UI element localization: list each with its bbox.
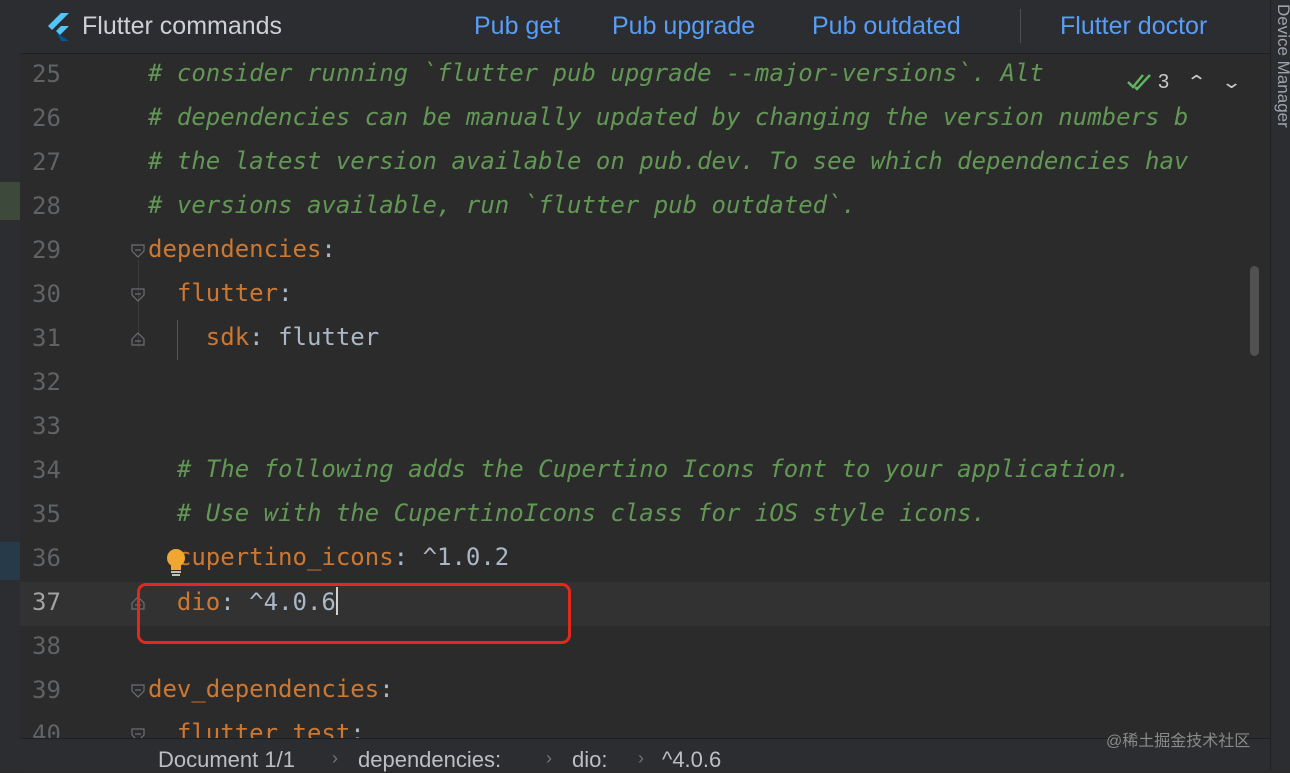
line-number: 33 [32, 412, 61, 440]
code-text[interactable]: flutter_test: [148, 719, 365, 738]
yaml-colon: : [393, 543, 423, 571]
line-number: 30 [32, 280, 61, 308]
code-text[interactable]: # the latest version available on pub.de… [148, 147, 1188, 175]
code-line[interactable]: 29 dependencies: [20, 230, 1270, 274]
code-comment: # Use with the CupertinoIcons class for … [176, 499, 987, 527]
lightbulb-icon[interactable] [165, 548, 187, 578]
breadcrumb: Document 1/1 › dependencies: › dio: › ^4… [20, 738, 1270, 773]
line-number: 38 [32, 632, 61, 660]
code-text[interactable]: sdk: flutter [148, 323, 379, 351]
line-number: 34 [32, 456, 61, 484]
line-number: 37 [32, 588, 61, 616]
watermark: @稀土掘金技术社区 [1106, 733, 1251, 750]
code-line[interactable]: 31 sdk: flutter [20, 318, 1270, 362]
breadcrumb-version[interactable]: ^4.0.6 [662, 747, 721, 773]
double-check-icon [1127, 74, 1151, 91]
left-gutter-strip [0, 0, 20, 770]
line-number: 26 [32, 104, 61, 132]
code-line[interactable]: 35 # Use with the CupertinoIcons class f… [20, 494, 1270, 538]
yaml-colon: : [321, 235, 336, 263]
flutter-logo-icon [48, 13, 69, 41]
code-line[interactable]: 30 flutter: [20, 274, 1270, 318]
yaml-key: cupertino_icons [176, 543, 394, 571]
code-text[interactable]: # versions available, run `flutter pub o… [148, 191, 856, 219]
highlight-annotation-box [137, 583, 571, 644]
code-comment: # dependencies can be manually updated b… [148, 103, 1189, 131]
yaml-key: flutter_test [176, 719, 351, 738]
breadcrumb-document[interactable]: Document 1/1 [158, 747, 295, 773]
yaml-value: ^1.0.2 [422, 543, 510, 571]
fold-end-icon[interactable] [131, 332, 145, 346]
scrollbar-thumb[interactable] [1250, 266, 1259, 356]
line-number: 25 [32, 60, 61, 88]
pub-upgrade-link[interactable]: Pub upgrade [612, 12, 755, 41]
line-number: 35 [32, 500, 61, 528]
yaml-colon: : [379, 675, 394, 703]
left-change-marker [0, 542, 20, 580]
flutter-commands-bar: Flutter commands Pub get Pub upgrade Pub… [20, 0, 1270, 54]
code-comment: # consider running `flutter pub upgrade … [148, 59, 1044, 87]
inspection-widget[interactable]: 3 ⌃ ⌄ [1126, 66, 1270, 98]
inspection-count: 3 [1158, 70, 1170, 93]
breadcrumb-dio[interactable]: dio: [572, 747, 607, 773]
toolbar-divider [1020, 9, 1021, 43]
yaml-key: dependencies [148, 235, 322, 263]
code-line[interactable]: 34 # The following adds the Cupertino Ic… [20, 450, 1270, 494]
code-line[interactable]: 25 # consider running `flutter pub upgrad… [20, 54, 1270, 98]
code-line[interactable]: 26 # dependencies can be manually updated… [20, 98, 1270, 142]
code-line[interactable]: 28 # versions available, run `flutter pub… [20, 186, 1270, 230]
yaml-colon: : [249, 323, 279, 351]
code-text[interactable]: flutter: [148, 279, 293, 307]
breadcrumb-chevron-icon: › [546, 748, 552, 768]
fold-collapse-icon[interactable] [131, 728, 145, 738]
code-line[interactable]: 32 [20, 362, 1270, 406]
code-comment: # the latest version available on pub.de… [148, 147, 1189, 175]
breadcrumb-chevron-icon: › [638, 748, 644, 768]
pub-get-link[interactable]: Pub get [474, 12, 560, 41]
line-number: 31 [32, 324, 61, 352]
code-text[interactable]: # consider running `flutter pub upgrade … [148, 59, 1044, 87]
flutter-doctor-link[interactable]: Flutter doctor [1060, 12, 1207, 41]
code-comment: # The following adds the Cupertino Icons… [176, 455, 1131, 483]
line-number: 27 [32, 148, 61, 176]
code-text[interactable]: # Use with the CupertinoIcons class for … [148, 499, 986, 527]
chevron-up-icon[interactable]: ⌃ [1186, 72, 1207, 93]
line-number: 40 [32, 720, 61, 738]
code-line[interactable]: 40 flutter_test: [20, 714, 1270, 738]
left-change-marker [0, 182, 20, 220]
yaml-key: dev_dependencies [148, 675, 380, 703]
code-text[interactable]: # The following adds the Cupertino Icons… [148, 455, 1131, 483]
code-line[interactable]: 27 # the latest version available on pub.… [20, 142, 1270, 186]
pub-outdated-link[interactable]: Pub outdated [812, 12, 961, 41]
code-text[interactable]: cupertino_icons: ^1.0.2 [148, 543, 509, 571]
line-number: 32 [32, 368, 61, 396]
yaml-value: flutter [278, 323, 380, 351]
code-text[interactable]: dependencies: [148, 235, 336, 263]
code-text[interactable]: dev_dependencies: [148, 675, 394, 703]
fold-collapse-icon[interactable] [131, 288, 145, 302]
chevron-down-icon[interactable]: ⌄ [1221, 72, 1242, 93]
code-line[interactable]: 36 cupertino_icons: ^1.0.2 [20, 538, 1270, 582]
yaml-key: flutter [176, 279, 279, 307]
code-line[interactable]: 33 [20, 406, 1270, 450]
line-number: 39 [32, 676, 61, 704]
fold-collapse-icon[interactable] [131, 244, 145, 258]
code-text[interactable]: # dependencies can be manually updated b… [148, 103, 1188, 131]
yaml-colon: : [278, 279, 293, 307]
line-number: 28 [32, 192, 61, 220]
yaml-colon: : [350, 719, 365, 738]
line-number: 36 [32, 544, 61, 572]
yaml-key: sdk [205, 323, 250, 351]
fold-collapse-icon[interactable] [131, 684, 145, 698]
breadcrumb-dependencies[interactable]: dependencies: [358, 747, 501, 773]
code-comment: # versions available, run `flutter pub o… [148, 191, 857, 219]
flutter-commands-title: Flutter commands [82, 12, 283, 40]
line-number: 29 [32, 236, 61, 264]
device-manager-tab[interactable]: Device Manager [1273, 4, 1290, 128]
code-line[interactable]: 39 dev_dependencies: [20, 670, 1270, 714]
breadcrumb-chevron-icon: › [332, 748, 338, 768]
